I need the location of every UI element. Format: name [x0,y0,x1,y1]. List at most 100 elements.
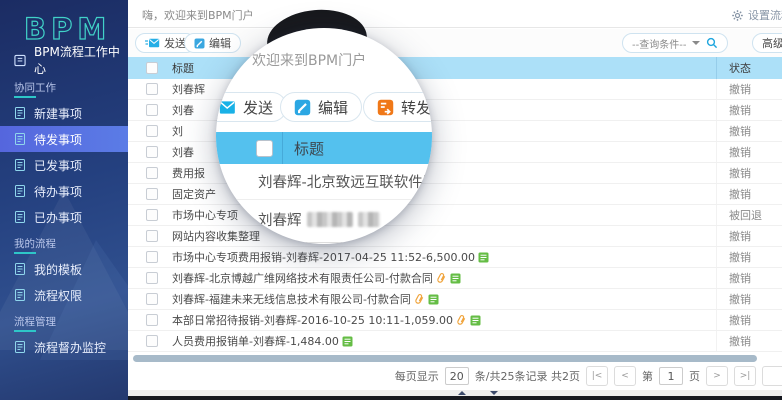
row-title[interactable]: 刘 [172,123,183,139]
theme-settings-link[interactable]: 设置流程主题空间 [732,7,782,23]
horizontal-scrollbar[interactable] [133,355,757,362]
redacted-text-block [358,212,380,227]
document-icon [14,185,26,197]
next-page-button[interactable]: > [706,366,728,386]
sidebar-item-label: 待发事项 [34,131,82,148]
greeting-text: 嗨，欢迎来到BPM门户 [142,7,254,23]
table-row[interactable]: 刘春辉-福建未来无线信息技术有限公司-付款合同 撤销 [128,289,782,310]
table-row[interactable]: 人员费用报销单-刘春辉-1,484.00 撤销 [128,331,782,352]
row-title[interactable]: 刘春辉-福建未来无线信息技术有限公司-付款合同 [172,291,411,307]
row-checkbox[interactable] [146,125,158,137]
select-all-checkbox[interactable] [146,62,158,74]
column-divider [282,132,283,164]
row-checkbox[interactable] [146,251,158,263]
advanced-query-button[interactable]: 高级查询 [752,33,782,53]
table-row[interactable]: 本部日常招待报销-刘春辉-2016-10-25 10:11-1,059.00 撤… [128,310,782,331]
gear-icon [732,10,743,21]
row-status: 撤销 [716,268,782,288]
lens-column-header-title: 标题 [294,138,324,159]
row-status: 撤销 [716,163,782,183]
page-label-prefix: 第 [642,368,653,384]
sidebar-item[interactable]: 我的模板 [0,256,128,282]
row-status: 撤销 [716,331,782,351]
sidebar-section-label: 流程管理 [0,308,128,334]
row-checkbox[interactable] [146,167,158,179]
document-icon [14,341,26,353]
row-checkbox[interactable] [146,293,158,305]
lens-send-button: 发送 [216,92,287,122]
sidebar-item[interactable]: 新建事项 [0,100,128,126]
form-icon [450,273,461,284]
sidebar-item[interactable]: 流程督办监控 [0,334,128,360]
row-checkbox[interactable] [146,335,158,347]
row-checkbox[interactable] [146,272,158,284]
send-button-label: 发送 [164,35,186,51]
row-title[interactable]: 刘春 [172,144,194,160]
table-row[interactable]: 刘春辉-北京博越广维网络技术有限责任公司-付款合同 撤销 [128,268,782,289]
collapse-down-icon[interactable] [490,391,498,395]
sidebar-item[interactable]: 已发事项 [0,152,128,178]
clipped-pagination-button[interactable] [762,366,782,386]
row-checkbox[interactable] [146,83,158,95]
row-checkbox[interactable] [146,314,158,326]
row-status: 撤销 [716,100,782,120]
prev-page-button[interactable]: < [614,366,636,386]
row-title[interactable]: 市场中心专项费用报销-刘春辉-2017-04-25 11:52-6,500.00 [172,249,475,265]
sidebar-item-label: 已办事项 [34,209,82,226]
row-checkbox[interactable] [146,104,158,116]
forward-icon [377,99,394,116]
toolbar: 发送 编辑 --查询条件-- 高级查询 [128,29,782,57]
document-icon [14,263,26,275]
page-number-input[interactable]: 1 [659,367,683,385]
form-icon [428,294,439,305]
row-checkbox[interactable] [146,188,158,200]
theme-settings-label: 设置流程主题空间 [748,7,782,23]
row-status: 被回退 [716,205,782,225]
form-icon [470,315,481,326]
document-icon [14,107,26,119]
row-title[interactable]: 固定资产 [172,186,216,202]
first-page-button[interactable]: |< [586,366,608,386]
send-icon [145,38,160,48]
table-header: 标题 状态 [128,57,782,79]
document-icon [14,289,26,301]
row-status: 撤销 [716,310,782,330]
sidebar-item[interactable]: 待办事项 [0,178,128,204]
lens-edit-label: 编辑 [318,97,348,118]
sidebar-item-label: 我的模板 [34,261,82,278]
query-condition-dropdown[interactable]: --查询条件-- [622,33,728,53]
page-label-suffix: 页 [689,368,700,384]
row-title[interactable]: 费用报 [172,165,205,181]
row-title[interactable]: 刘春辉-北京博越广维网络技术有限责任公司-付款合同 [172,270,433,286]
sidebar-item[interactable]: 流程权限 [0,282,128,308]
row-title[interactable]: 刘春辉 [172,81,205,97]
last-page-button[interactable]: >| [734,366,756,386]
form-icon [342,336,353,347]
edit-button-label: 编辑 [209,35,231,51]
row-checkbox[interactable] [146,230,158,242]
sidebar-item-label: 流程督办监控 [34,339,106,356]
search-icon[interactable] [706,37,718,49]
row-status: 撤销 [716,226,782,246]
edit-icon [294,99,311,116]
bpm-portal-window: BPM BPM流程工作中心 协同工作 新建事项 待发事项 已发事项 待办事项 [0,0,782,400]
row-status: 撤销 [716,289,782,309]
row-title[interactable]: 刘春 [172,102,194,118]
row-title[interactable]: 本部日常招待报销-刘春辉-2016-10-25 10:11-1,059.00 [172,312,453,328]
sidebar-item-process-center[interactable]: BPM流程工作中心 [0,46,128,74]
sidebar-item-label: 新建事项 [34,105,82,122]
per-page-input[interactable]: 20 [445,367,469,385]
sidebar-item[interactable]: 待发事项 [0,126,128,152]
topbar: 嗨，欢迎来到BPM门户 设置流程主题空间 [128,0,782,28]
row-title[interactable]: 人员费用报销单-刘春辉-1,484.00 [172,333,339,349]
edit-button[interactable]: 编辑 [184,33,241,53]
lens-table-header: 标题 [216,132,432,164]
table-row[interactable]: 市场中心专项费用报销-刘春辉-2017-04-25 11:52-6,500.00… [128,247,782,268]
sidebar-item[interactable]: 已办事项 [0,204,128,230]
collapse-up-icon[interactable] [458,391,466,395]
send-icon [216,100,236,115]
lens-row-title: 刘春辉-北京致远互联软件股 [258,171,432,192]
document-icon [14,211,26,223]
row-checkbox[interactable] [146,209,158,221]
row-checkbox[interactable] [146,146,158,158]
